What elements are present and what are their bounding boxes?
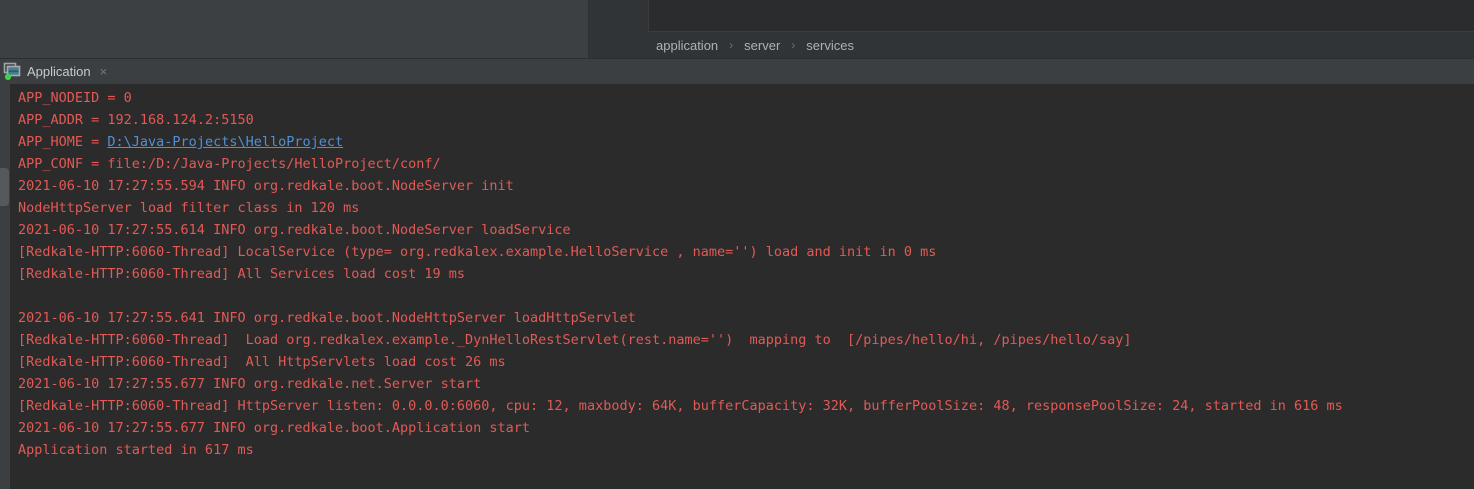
run-console-icon [3,62,22,81]
console-text: [Redkale-HTTP:6060-Thread] All Services … [18,266,465,282]
console-line: 2021-06-10 17:27:55.614 INFO org.redkale… [18,219,1343,241]
console-line: 2021-06-10 17:27:55.594 INFO org.redkale… [18,175,1343,197]
run-toolwindow-tabbar: Application × [0,58,1474,84]
console-line [18,285,1343,307]
console-line: [Redkale-HTTP:6060-Thread] Load org.redk… [18,329,1343,351]
breadcrumb-separator-icon: › [729,38,733,52]
console-text: [Redkale-HTTP:6060-Thread] Load org.redk… [18,332,1132,348]
vertical-scrollbar-thumb[interactable] [0,168,9,206]
console-gutter [0,84,10,489]
tab-application[interactable]: Application × [0,59,115,84]
header-strip: application › server › services [0,0,1474,58]
console-text: Application started in 617 ms [18,442,254,458]
console-text: [Redkale-HTTP:6060-Thread] HttpServer li… [18,398,1343,414]
console-line: [Redkale-HTTP:6060-Thread] All HttpServl… [18,351,1343,373]
console-text: APP_CONF = file:/D:/Java-Projects/HelloP… [18,156,441,172]
console-line: 2021-06-10 17:27:55.641 INFO org.redkale… [18,307,1343,329]
breadcrumb-item-server[interactable]: server [744,38,780,53]
console-text: 2021-06-10 17:27:55.677 INFO org.redkale… [18,376,481,392]
console-panel: APP_NODEID = 0 APP_ADDR = 192.168.124.2:5… [0,84,1474,489]
console-text: 2021-06-10 17:27:55.641 INFO org.redkale… [18,310,636,326]
breadcrumb-item-services[interactable]: services [806,38,854,53]
ide-window: application › server › services Application … [0,0,1474,489]
console-line: APP_ADDR = 192.168.124.2:5150 [18,109,1343,131]
console-text: 2021-06-10 17:27:55.677 INFO org.redkale… [18,420,530,436]
console-line: APP_NODEID = 0 [18,87,1343,109]
breadcrumb-item-application[interactable]: application [656,38,718,53]
console-text: APP_NODEID = 0 [18,90,132,106]
breadcrumb: application › server › services [656,32,854,58]
console-line: [Redkale-HTTP:6060-Thread] All Services … [18,263,1343,285]
console-text: 2021-06-10 17:27:55.594 INFO org.redkale… [18,178,514,194]
console-line: 2021-06-10 17:27:55.677 INFO org.redkale… [18,417,1343,439]
console-line: [Redkale-HTTP:6060-Thread] LocalService … [18,241,1343,263]
editor-secondary-pane [648,0,1474,32]
console-text: APP_ADDR = 192.168.124.2:5150 [18,112,254,128]
console-line: NodeHttpServer load filter class in 120 … [18,197,1343,219]
editor-area[interactable] [0,0,589,58]
console-file-link[interactable]: D:\Java-Projects\HelloProject [107,134,343,150]
console-line: [Redkale-HTTP:6060-Thread] HttpServer li… [18,395,1343,417]
console-text: [Redkale-HTTP:6060-Thread] All HttpServl… [18,354,506,370]
tab-application-label: Application [27,64,91,79]
console-text: [Redkale-HTTP:6060-Thread] LocalService … [18,244,936,260]
console-line: 2021-06-10 17:27:55.677 INFO org.redkale… [18,373,1343,395]
tab-close-icon[interactable]: × [100,65,108,78]
console-text: NodeHttpServer load filter class in 120 … [18,200,359,216]
console-output: APP_NODEID = 0 APP_ADDR = 192.168.124.2:5… [18,87,1343,461]
console-line: APP_CONF = file:/D:/Java-Projects/HelloP… [18,153,1343,175]
breadcrumb-separator-icon: › [791,38,795,52]
console-text: 2021-06-10 17:27:55.614 INFO org.redkale… [18,222,571,238]
console-line: APP_HOME = D:\Java-Projects\HelloProject [18,131,1343,153]
console-line: Application started in 617 ms [18,439,1343,461]
console-text: APP_HOME = [18,134,107,150]
